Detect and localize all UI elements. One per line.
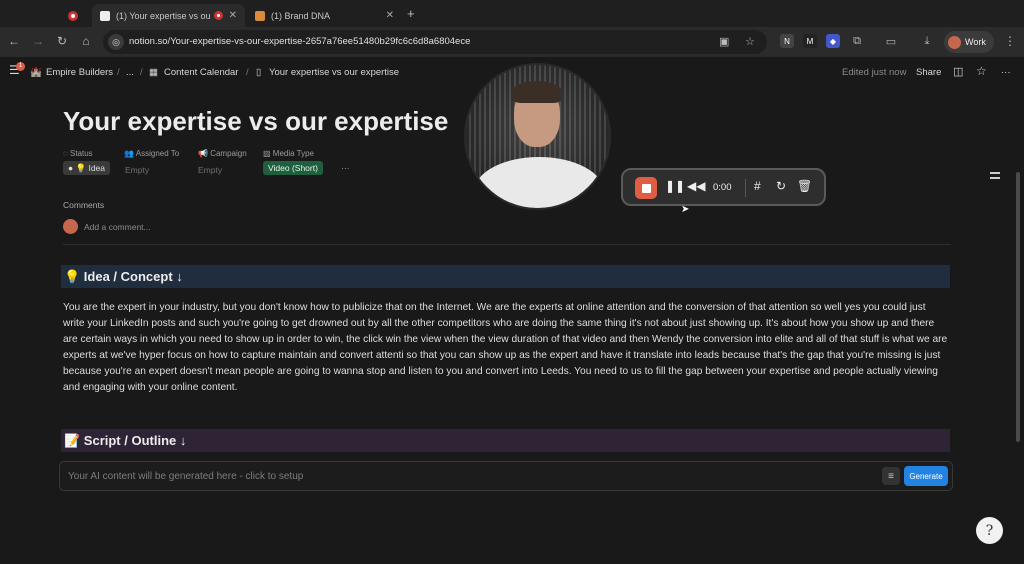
more-properties-button[interactable]: ··· [341,163,350,173]
reload-icon[interactable]: ↻ [54,34,70,48]
notification-badge: 1 [16,62,25,71]
pause-icon[interactable]: ❚❚ [665,179,685,193]
script-outline-heading[interactable]: 📝 Script / Outline ↓ [61,429,950,452]
idea-body-text[interactable]: You are the expert in your industry, but… [63,300,949,396]
profile-label: Work [965,37,986,47]
close-icon[interactable]: ✕ [386,10,394,21]
tab-title: (1) Your expertise vs our e [116,10,210,21]
campaign-value[interactable]: Empty [198,165,222,175]
breadcrumb-current-page[interactable]: Your expertise vs our expertise [269,67,399,78]
extension-icon[interactable]: ◆ [826,34,840,48]
url-text: notion.so/Your-expertise-vs-our-expertis… [129,36,471,47]
avatar [63,219,78,234]
close-icon[interactable]: ✕ [229,10,237,21]
brand-icon [255,10,265,21]
trash-icon[interactable]: 🗑 [797,179,812,193]
comment-placeholder: Add a comment... [84,221,151,232]
status-icon: ◌ [63,149,70,158]
edited-status: Edited just now [842,67,907,78]
profile-button[interactable]: Work [944,31,994,53]
status-pill[interactable]: ● 💡 Idea [63,161,110,175]
webcam-person-hair [512,81,562,103]
new-tab-button[interactable]: + [407,6,415,21]
property-media-label[interactable]: ▨ Media Type [263,149,314,158]
stop-icon [641,183,651,193]
recording-indicator-icon [213,11,223,20]
megaphone-icon: 📢 [198,149,211,158]
breadcrumb-workspace[interactable]: Empire Builders [46,67,113,78]
tab-recording[interactable] [60,4,90,27]
grid-icon[interactable]: # [754,179,761,193]
divider [745,179,746,197]
idea-bulb-icon: ● 💡 [68,163,89,173]
avatar [948,35,961,49]
people-icon: 👥 [124,149,136,158]
favorite-star-icon[interactable]: ☆ [976,64,987,78]
property-campaign-label[interactable]: 📢 Campaign [198,149,247,158]
record-icon [68,10,78,21]
ai-content-box[interactable]: Your AI content will be generated here -… [59,461,953,491]
notion-extension-icon[interactable]: N [780,34,794,48]
image-icon: ▨ [263,149,273,158]
tab-search-icon[interactable]: ▭ [884,34,898,48]
breadcrumb-ellipsis[interactable]: ... [126,67,134,78]
puzzle-icon[interactable]: ⧉ [850,34,864,48]
divider [63,244,951,245]
tab-your-expertise[interactable]: (1) Your expertise vs our e ✕ [92,4,245,27]
back-icon[interactable]: ← [6,34,22,48]
restart-icon[interactable]: ↻ [776,179,786,193]
workspace-icon: 🏰 [30,67,42,78]
address-bar[interactable]: ◎ notion.so/Your-expertise-vs-our-expert… [103,30,767,54]
tab-strip: (1) Your expertise vs our e ✕ (1) Brand … [0,0,1024,27]
tab-brand-dna[interactable]: (1) Brand DNA ✕ [247,4,402,27]
browser-toolbar: ← → ↻ ⌂ ◎ notion.so/Your-expertise-vs-ou… [0,27,1024,57]
menu-kebab-icon[interactable]: ⋮ [1002,34,1018,48]
recorder-controls: ❚❚ ◀◀ 0:00 # ↻ 🗑 [621,168,826,206]
webcam-bubble[interactable] [464,63,611,210]
tab-title: (1) Brand DNA [271,10,331,21]
help-button[interactable]: ? [976,517,1003,544]
share-button[interactable]: Share [916,67,941,78]
sidebar-toggle-icon[interactable]: ◫ [953,65,963,78]
home-icon[interactable]: ⌂ [78,34,94,48]
breadcrumb-separator: / [117,67,120,78]
download-icon[interactable]: ⤓ [920,34,934,48]
scrollbar[interactable] [1016,172,1020,442]
cast-icon[interactable]: ▣ [719,35,729,48]
m-extension-icon[interactable]: M [803,34,817,48]
bookmark-star-icon[interactable]: ☆ [745,35,755,48]
page-title[interactable]: Your expertise vs our expertise [63,106,448,137]
rewind-icon[interactable]: ◀◀ [687,179,705,193]
comment-input[interactable]: Add a comment... [63,219,151,234]
outline-indicator-icon[interactable] [990,172,1000,182]
breadcrumb-separator: / [246,67,249,78]
assigned-value[interactable]: Empty [125,165,149,175]
media-type-pill[interactable]: Video (Short) [263,161,323,175]
generate-button[interactable]: Generate [904,466,948,486]
mouse-cursor-icon: ➤ [681,204,690,215]
recording-timer: 0:00 [713,182,732,193]
ai-settings-icon[interactable]: ≡ [882,467,900,485]
idea-concept-heading[interactable]: 💡 Idea / Concept ↓ [61,265,950,288]
comments-heading: Comments [63,200,105,210]
breadcrumb-content-calendar[interactable]: Content Calendar [164,67,238,78]
site-info-icon[interactable]: ◎ [108,34,124,50]
property-status-label[interactable]: ◌ Status [63,149,93,158]
breadcrumb-separator: / [140,67,143,78]
ai-placeholder: Your AI content will be generated here -… [68,471,304,482]
more-options-icon[interactable]: ··· [1001,67,1011,78]
stop-recording-button[interactable] [635,177,657,199]
property-assigned-label[interactable]: 👥 Assigned To [124,149,179,158]
forward-icon[interactable]: → [30,34,46,48]
calendar-icon: ▦ [149,67,158,78]
notion-icon [100,10,110,21]
page-icon: ▯ [256,67,262,78]
